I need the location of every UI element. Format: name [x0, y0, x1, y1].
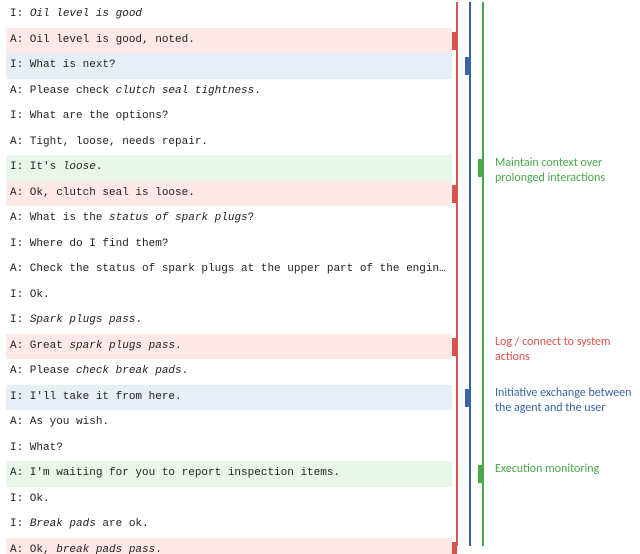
dialog-row: A: As you wish. [6, 410, 452, 436]
annotation-label: Maintain context over prolonged interact… [495, 156, 635, 186]
dialog-row: I: What is next? [6, 53, 452, 79]
tick-blue [465, 389, 470, 407]
tick-red [452, 32, 457, 50]
conversation-log: I: Oil level is goodA: Oil level is good… [6, 2, 452, 554]
dialog-row: I: What? [6, 436, 452, 462]
tick-red [452, 185, 457, 203]
annotation-label: Initiative exchange between the agent an… [495, 386, 635, 416]
dialog-row: I: I'll take it from here. [6, 385, 452, 411]
dialog-row: A: Great spark plugs pass. [6, 334, 452, 360]
tick-red [452, 338, 457, 356]
dialog-row: A: Please check clutch seal tightness. [6, 79, 452, 105]
dialog-row: I: What are the options? [6, 104, 452, 130]
tick-green [478, 465, 483, 483]
dialog-row: I: Ok. [6, 487, 452, 513]
annotation-label: Log / connect to system actions [495, 335, 635, 365]
dialog-row: A: Oil level is good, noted. [6, 28, 452, 54]
dialog-row: A: Check the status of spark plugs at th… [6, 257, 452, 283]
dialog-row: A: Tight, loose, needs repair. [6, 130, 452, 156]
dialog-row: A: Ok, clutch seal is loose. [6, 181, 452, 207]
dialog-row: A: Ok, break pads pass. [6, 538, 452, 554]
dialog-row: I: Spark plugs pass. [6, 308, 452, 334]
lane-blue [469, 2, 471, 546]
dialog-row: A: Please check break pads. [6, 359, 452, 385]
tick-red [452, 542, 457, 554]
tick-green [478, 159, 483, 177]
dialog-row: A: I'm waiting for you to report inspect… [6, 461, 452, 487]
tick-blue [465, 57, 470, 75]
dialog-row: A: What is the status of spark plugs? [6, 206, 452, 232]
dialog-row: I: It's loose. [6, 155, 452, 181]
dialog-row: I: Oil level is good [6, 2, 452, 28]
annotation-label: Execution monitoring [495, 462, 635, 477]
dialog-row: I: Where do I find them? [6, 232, 452, 258]
lane-red [456, 2, 458, 546]
dialog-row: I: Break pads are ok. [6, 512, 452, 538]
dialog-row: I: Ok. [6, 283, 452, 309]
